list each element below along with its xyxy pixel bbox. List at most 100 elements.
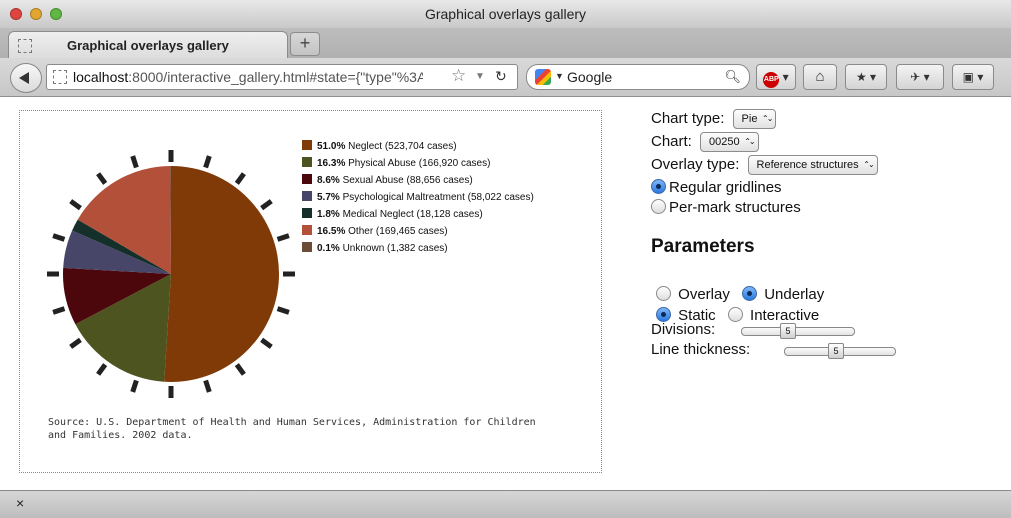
gridline-tick [276,306,290,315]
radio-interactive[interactable] [727,307,743,322]
gridline-tick [96,172,108,185]
legend-label: Unknown (1,382 cases) [342,243,448,254]
history-dropdown-icon[interactable]: ▼ [475,71,485,82]
legend-swatch [302,174,312,184]
reload-icon[interactable]: ↻ [495,68,507,85]
page-favicon-icon [18,39,32,53]
parameters-heading: Parameters [651,236,755,257]
legend-swatch [302,140,312,150]
home-icon: ⌂ [815,68,825,85]
legend-item: 51.0% Neglect (523,704 cases) [302,140,534,157]
radio-underlay[interactable] [742,286,758,301]
tab-strip: Graphical overlays gallery + [0,28,1011,59]
page-content: 51.0% Neglect (523,704 cases) 16.3% Physi… [0,97,1011,490]
back-button[interactable] [10,63,42,93]
radio-static[interactable] [656,307,671,322]
divisions-slider-thumb[interactable]: 5 [780,323,796,339]
google-search-engine-icon[interactable] [535,69,551,85]
legend-label: Psychological Maltreatment (58,022 cases… [342,192,534,203]
addon-icon: ✈ [910,70,921,84]
overlay-type-select[interactable]: Reference structures [747,155,878,175]
url-host: localhost [73,69,129,85]
bookmarks-icon: ★ [855,70,867,84]
search-icon[interactable]: 🔍︎ [724,69,741,85]
chart-label: Chart: [651,132,692,150]
layer-radio-row: Overlay Underlay [651,286,824,303]
gridline-tick [52,306,66,315]
legend-item: 8.6% Sexual Abuse (88,656 cases) [302,174,534,191]
legend-label: Neglect (523,704 cases) [348,141,457,152]
chart-type-value: Pie [741,113,758,125]
adblock-button[interactable]: ABP ▾ [756,64,796,90]
gridline-tick [203,155,212,169]
legend-percent: 16.5% [317,226,349,237]
chart-legend: 51.0% Neglect (523,704 cases) 16.3% Physi… [302,140,534,259]
new-tab-button[interactable]: + [290,32,320,56]
gridline-tick [69,199,82,211]
legend-percent: 16.3% [317,158,349,169]
line-thickness-slider-thumb[interactable]: 5 [828,343,844,359]
legend-label: Sexual Abuse (88,656 cases) [342,175,473,186]
chart-row: Chart: 00250 [651,132,759,152]
legend-percent: 8.6% [317,175,343,186]
chart-select[interactable]: 00250 [700,132,759,152]
legend-swatch [302,208,312,218]
legend-label: Other (169,465 cases) [348,226,448,237]
radio-underlay-label: Underlay [764,286,825,303]
legend-swatch [302,242,312,252]
gridline-tick [260,337,273,349]
status-bar: × [0,490,1011,518]
gridline-tick [96,363,108,376]
bookmark-star-icon[interactable]: ☆ [451,66,466,86]
bookmarks-button[interactable]: ★ ▾ [845,64,887,90]
radio-permark-label: Per-mark structures [669,199,801,216]
extension-button[interactable]: ▣ ▾ [952,64,994,90]
gridline-tick [130,155,139,169]
pie-chart [47,150,295,398]
gridline-tick [130,379,139,393]
chart-type-select[interactable]: Pie [732,109,777,129]
legend-item: 16.5% Other (169,465 cases) [302,225,534,242]
browser-window: Graphical overlays gallery Graphical ove… [0,0,1011,518]
legend-item: 0.1% Unknown (1,382 cases) [302,242,534,259]
radio-gridlines-option[interactable]: Regular gridlines [651,179,782,196]
chart-type-row: Chart type: Pie [651,109,777,129]
radio-gridlines[interactable] [651,179,666,194]
radio-permark-option[interactable]: Per-mark structures [651,199,801,216]
chart-container: 51.0% Neglect (523,704 cases) 16.3% Physi… [19,110,602,473]
chart-source-note: Source: U.S. Department of Health and Hu… [48,417,536,441]
radio-overlay[interactable] [656,286,671,301]
overlay-type-row: Overlay type: Reference structures [651,155,878,175]
legend-item: 5.7% Psychological Maltreatment (58,022 … [302,191,534,208]
home-button[interactable]: ⌂ [803,64,837,90]
legend-swatch [302,157,312,167]
gridline-tick [276,233,290,242]
legend-item: 16.3% Physical Abuse (166,920 cases) [302,157,534,174]
gridline-tick [69,337,82,349]
radio-permark[interactable] [651,199,666,214]
url-path: :8000/interactive_gallery.html#state={"t… [128,69,423,85]
extension-icon: ▣ [962,70,974,84]
addon-button[interactable]: ✈ ▾ [896,64,944,90]
navigation-bar: localhost:8000/interactive_gallery.html#… [0,58,1011,97]
address-bar[interactable]: localhost:8000/interactive_gallery.html#… [46,64,518,90]
search-bar[interactable]: ▼ Google 🔍︎ [526,64,750,90]
gridline-tick [52,233,66,242]
search-engine-dropdown-icon[interactable]: ▼ [555,71,564,81]
adblock-icon: ABP [763,72,780,88]
close-findbar-icon[interactable]: × [16,495,24,511]
address-url: localhost:8000/interactive_gallery.html#… [73,69,423,85]
radio-overlay-label: Overlay [678,286,730,303]
chart-value: 00250 [709,136,740,148]
line-thickness-slider[interactable]: 5 [784,343,896,359]
pie-slice-0 [164,166,280,382]
tab-graphical-overlays[interactable]: Graphical overlays gallery [8,31,288,59]
gridline-tick [203,379,212,393]
legend-percent: 0.1% [317,243,343,254]
legend-percent: 5.7% [317,192,343,203]
divisions-label: Divisions: [651,321,716,338]
line-thickness-label: Line thickness: [651,341,751,358]
gridline-tick [234,363,246,376]
overlay-type-value: Reference structures [756,159,859,171]
divisions-slider[interactable]: 5 [741,323,855,339]
